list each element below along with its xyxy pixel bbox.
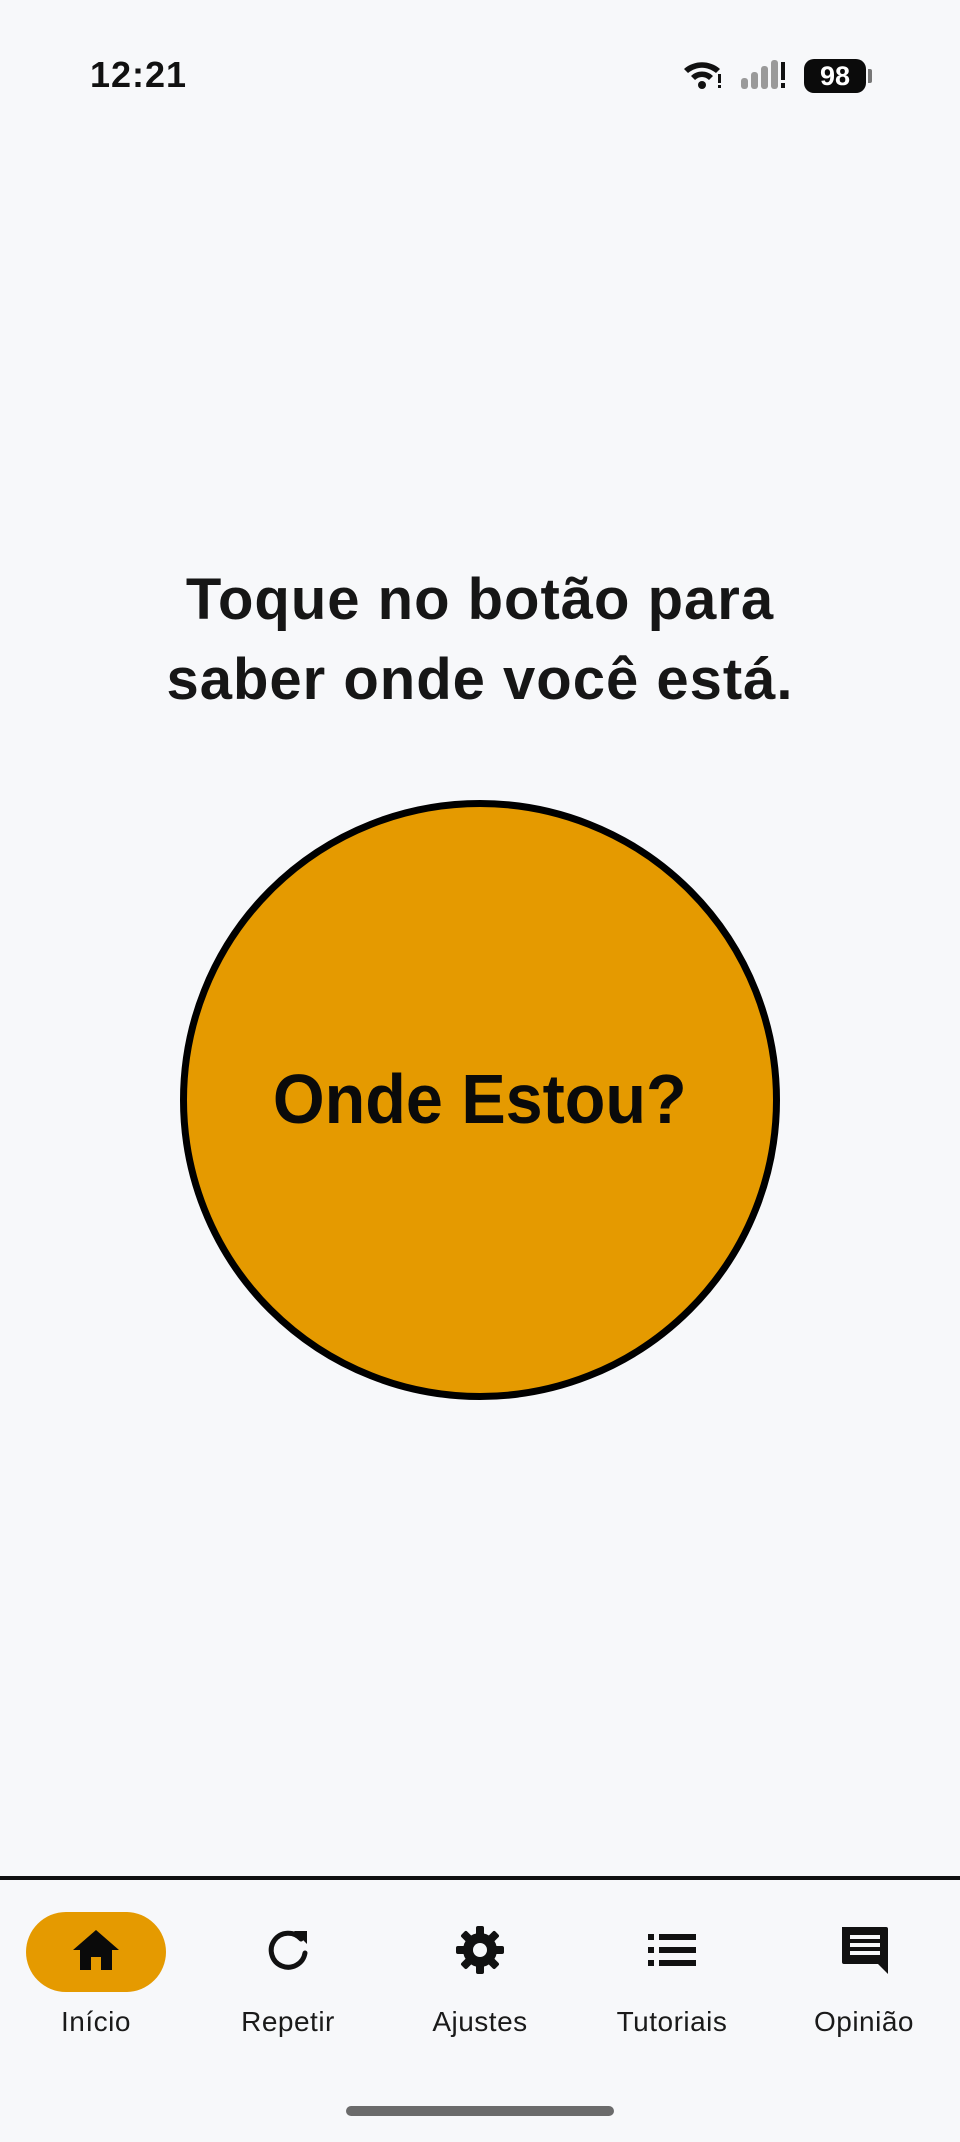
nav-item-label: Opinião: [813, 2006, 914, 2037]
nav-item-feedback[interactable]: Opinião: [768, 1880, 960, 2040]
wifi-icon: [682, 58, 722, 95]
battery-level: 98: [804, 59, 866, 93]
nav-item-label: Início: [61, 2006, 131, 2037]
where-am-i-button[interactable]: Onde Estou?: [180, 800, 780, 1400]
home-icon: [71, 1928, 121, 1977]
refresh-icon: [265, 1927, 311, 1978]
nav-item-tutorials[interactable]: Tutoriais: [576, 1880, 768, 2040]
signal-icon: [740, 58, 786, 95]
status-icons: 98: [682, 56, 872, 96]
nav-item-settings[interactable]: Ajustes: [384, 1880, 576, 2040]
home-indicator[interactable]: [346, 2106, 614, 2116]
battery-icon: 98: [804, 59, 872, 93]
nav-item-label: Ajustes: [432, 2006, 528, 2037]
status-time: 12:21: [90, 54, 188, 95]
list-icon: [648, 1932, 696, 1973]
bottom-navigation: Início Repetir Ajustes Tutoriais Opinião: [0, 1880, 960, 2040]
nav-item-repeat[interactable]: Repetir: [192, 1880, 384, 2040]
status-bar: 12:21 98: [0, 0, 960, 150]
instruction-text: Toque no botão para saber onde você está…: [166, 567, 794, 712]
feedback-icon: [838, 1924, 890, 1981]
nav-item-label: Repetir: [241, 2006, 335, 2037]
nav-item-home-indicator: [26, 1912, 166, 1992]
gear-icon: [455, 1925, 505, 1980]
nav-item-label: Tutoriais: [616, 2006, 728, 2037]
nav-item-home[interactable]: Início: [0, 1880, 192, 2040]
where-am-i-button-label: Onde Estou?: [273, 1060, 687, 1138]
